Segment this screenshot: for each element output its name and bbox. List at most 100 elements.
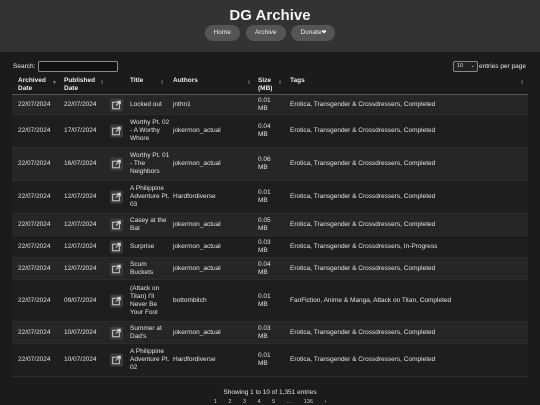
story-author[interactable]: jokermon_actual (173, 127, 221, 135)
published-date: 12/07/2024 (64, 220, 97, 228)
story-author[interactable]: Hardfordiverse (173, 356, 216, 364)
story-title[interactable]: Worthy Pt. 02 - A Worthy Whore (130, 119, 170, 143)
published-date: 17/07/2024 (64, 127, 97, 134)
external-link-icon[interactable] (110, 218, 123, 231)
archived-date: 22/07/2024 (18, 264, 51, 272)
story-title[interactable]: Locked out (130, 101, 170, 109)
col-tags[interactable]: Tags (290, 77, 305, 85)
external-link-icon[interactable] (110, 240, 123, 253)
external-link-icon[interactable] (110, 294, 123, 307)
page-1-button[interactable]: 1 (214, 399, 217, 405)
page-2-button[interactable]: 2 (228, 399, 231, 405)
story-size: 0.05 MB (258, 216, 271, 232)
story-title[interactable]: A Philippine Adventure Pt. 03 (130, 185, 170, 209)
external-link-icon[interactable] (110, 262, 123, 275)
table-body: 22/07/2024 22/07/2024 Locked out jnthn1 0.01… (12, 95, 528, 377)
next-page-button[interactable]: › (324, 399, 326, 405)
story-author[interactable]: jnthn1 (173, 101, 191, 109)
archived-date: 22/07/2024 (18, 193, 51, 200)
col-size[interactable]: Size (MB) (258, 77, 278, 93)
story-tags: FanFiction, Anime & Manga, Attack on Tit… (290, 296, 452, 304)
published-date: 12/07/2024 (64, 193, 97, 200)
story-title[interactable]: Surprise (130, 243, 170, 251)
external-link-icon[interactable] (110, 157, 123, 171)
published-date: 09/07/2024 (64, 296, 97, 304)
table-row: 22/07/2024 12/07/2024 Scum Buckets jokermon… (12, 258, 528, 280)
page-4-button[interactable]: 4 (258, 399, 261, 405)
published-date: 10/07/2024 (64, 328, 97, 336)
donate-label: Donate (300, 29, 322, 36)
page-length-value: 10 (457, 63, 464, 69)
nav-home-button[interactable]: Home (204, 25, 240, 41)
sort-icon: ⇕ (278, 80, 283, 86)
story-title[interactable]: (Attack on Titan) I'll Never Be Your Foo… (130, 285, 170, 317)
table-row: 22/07/2024 12/07/2024 A Philippine Adventu… (12, 181, 528, 214)
external-link-icon[interactable] (110, 124, 123, 138)
table-row: 22/07/2024 17/07/2024 Worthy Pt. 02 - A Wo… (12, 115, 528, 148)
story-tags: Erotica, Transgender & Crossdressers, Co… (290, 127, 436, 134)
chevron-down-icon: ⌄ (470, 63, 475, 69)
story-author[interactable]: jokermon_actual (173, 265, 221, 273)
story-title[interactable]: Scum Buckets (130, 261, 170, 277)
story-author[interactable]: jokermon_actual (173, 221, 221, 229)
story-tags: Erotica, Transgender & Crossdressers, Co… (290, 328, 436, 336)
page-last-button[interactable]: 136 (304, 399, 313, 405)
col-authors[interactable]: Authors (173, 77, 198, 85)
page-3-button[interactable]: 3 (243, 399, 246, 405)
col-title[interactable]: Title (130, 77, 143, 85)
external-link-icon[interactable] (110, 190, 123, 204)
page-ellipsis: … (286, 399, 293, 405)
nav-archive-button[interactable]: Archive (245, 25, 286, 41)
nav-bar: Home Archive Donate❤ (0, 25, 540, 41)
archived-date: 22/07/2024 (18, 127, 51, 134)
story-author[interactable]: jokermon_actual (173, 243, 221, 251)
story-tags: Erotica, Transgender & Crossdressers, Co… (290, 160, 436, 167)
story-author[interactable]: jokermon_actual (173, 329, 221, 337)
page-5-button[interactable]: 5 (272, 399, 275, 405)
sort-icon: ⇕ (520, 80, 525, 86)
archived-date: 22/07/2024 (18, 328, 51, 336)
sort-icon: ⇕ (160, 80, 165, 86)
published-date: 22/07/2024 (64, 100, 97, 108)
page-length-select[interactable]: 10 ⌄ (453, 61, 478, 72)
table-info: Showing 1 to 10 of 1,351 entries (223, 389, 317, 396)
external-link-icon[interactable] (110, 98, 123, 111)
nav-donate-button[interactable]: Donate❤ (291, 25, 336, 41)
page-length-label: entries per page (479, 63, 526, 70)
archived-date: 22/07/2024 (18, 220, 51, 228)
story-author[interactable]: bottombitch (173, 297, 207, 305)
table-controls: Search: 10 ⌄ entries per page (12, 61, 528, 73)
col-published-date[interactable]: Published Date (64, 77, 100, 93)
table-row: 22/07/2024 09/07/2024 (Attack on Titan) I'… (12, 280, 528, 322)
story-size: 0.01 MB (258, 352, 271, 367)
table-row: 22/07/2024 22/07/2024 Locked out jnthn1 0.01… (12, 95, 528, 115)
story-size: 0.03 MB (258, 238, 271, 254)
story-title[interactable]: Worthy Pt. 01 - The Neighbors (130, 152, 170, 176)
story-title[interactable]: Summer at Dad's (130, 325, 170, 341)
story-tags: Erotica, Transgender & Crossdressers, Co… (290, 356, 436, 363)
archived-date: 22/07/2024 (18, 242, 51, 250)
site-title: DG Archive (229, 7, 311, 24)
story-author[interactable]: Hardfordiverse (173, 193, 216, 201)
story-size: 0.03 MB (258, 324, 271, 340)
archived-date: 22/07/2024 (18, 296, 51, 304)
sort-icon: ⇕ (100, 80, 105, 86)
site-header: DG Archive Home Archive Donate❤ (0, 0, 540, 52)
published-date: 16/07/2024 (64, 160, 97, 167)
table-row: 22/07/2024 10/07/2024 A Philippine Adventu… (12, 344, 528, 377)
external-link-icon[interactable] (110, 326, 123, 339)
story-title[interactable]: Casey at the Bat (130, 217, 170, 233)
story-size: 0.04 MB (258, 260, 271, 276)
pagination: 1 2 3 4 5 … 136 › (0, 399, 540, 405)
table-row: 22/07/2024 16/07/2024 Worthy Pt. 01 - The … (12, 148, 528, 181)
story-author[interactable]: jokermon_actual (173, 160, 221, 168)
col-archived-date[interactable]: Archived Date (18, 77, 54, 93)
archived-date: 22/07/2024 (18, 356, 51, 363)
published-date: 10/07/2024 (64, 356, 97, 363)
search-input[interactable] (38, 61, 118, 72)
external-link-icon[interactable] (110, 353, 123, 367)
story-size: 0.01 MB (258, 292, 271, 308)
story-tags: Erotica, Transgender & Crossdressers, Co… (290, 220, 436, 228)
table-row: 22/07/2024 10/07/2024 Summer at Dad's joker… (12, 322, 528, 344)
story-title[interactable]: A Philippine Adventure Pt. 02 (130, 348, 170, 372)
